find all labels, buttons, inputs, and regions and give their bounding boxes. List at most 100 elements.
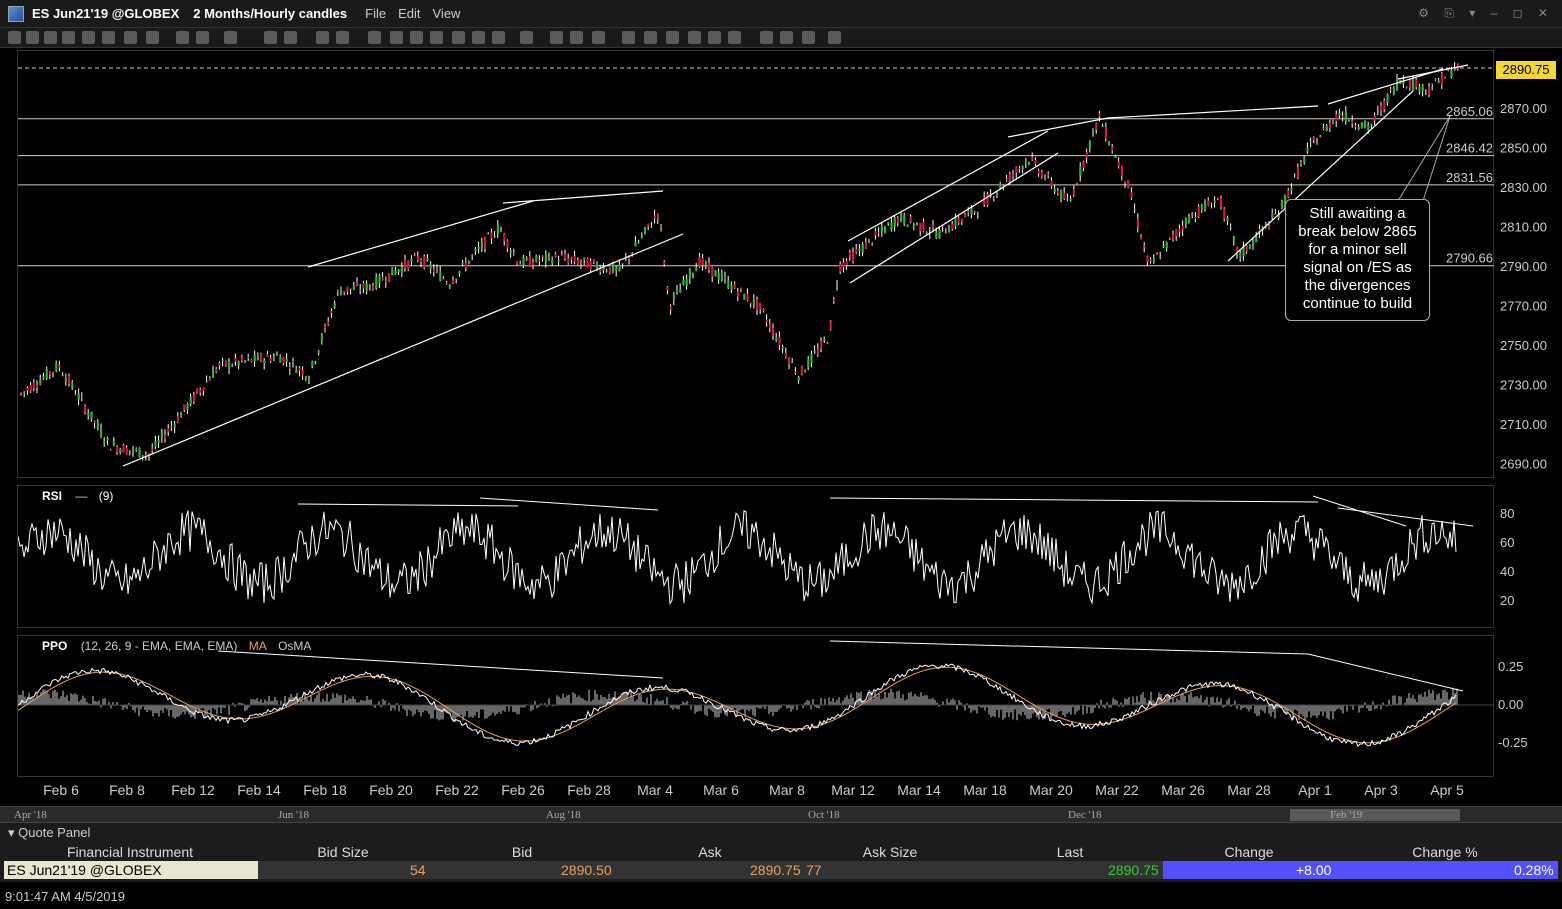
candle-body (992, 198, 995, 200)
price-axis-canvas[interactable]: 2870.00 2850.00 2830.00 2810.00 2790.00 2770.… (1494, 50, 1562, 777)
ppo-panel[interactable]: PPO (12, 26, 9 - EMA, EMA, EMA) MA OsMA (17, 635, 1495, 778)
cursor-icon[interactable] (224, 31, 237, 44)
draw-icon[interactable] (264, 31, 277, 44)
redo-icon[interactable] (472, 31, 485, 44)
chart-annotation-callout[interactable]: Still awaiting a break below 2865 for a … (1285, 199, 1430, 321)
price-chart-panel[interactable]: 2865.06 2846.42 2831.56 2790.66 (17, 50, 1495, 479)
symbol-selector[interactable]: ES Jun21'19 @GLOBEX (32, 6, 179, 21)
osma-bar (846, 695, 848, 705)
candle-body (164, 435, 167, 440)
candle-body (301, 370, 304, 376)
osma-bar (1100, 699, 1102, 705)
price-chart-canvas[interactable]: 2865.06 2846.42 2831.56 2790.66 (18, 51, 1495, 479)
fan-icon[interactable] (592, 31, 605, 44)
header-change-pct[interactable]: Change % (1412, 844, 1477, 860)
toolbar-button-7[interactable] (124, 31, 137, 44)
header-last[interactable]: Last (1057, 844, 1083, 860)
rsi-canvas[interactable] (18, 486, 1495, 629)
history-scroller[interactable]: Apr '18 Jun '18 Aug '18 Oct '18 Dec '18 … (0, 806, 1562, 822)
ppo-canvas[interactable] (18, 636, 1495, 778)
osma-bar (1194, 696, 1196, 705)
header-ask-size[interactable]: Ask Size (863, 844, 917, 860)
wrench-icon[interactable] (802, 31, 815, 44)
menu-view[interactable]: View (433, 6, 461, 21)
dropdown-icon[interactable] (520, 31, 533, 44)
osma-bar (566, 695, 568, 705)
osma-bar (1192, 697, 1194, 705)
osma-bar (430, 705, 432, 719)
candle-body (596, 264, 599, 269)
header-ask[interactable]: Ask (698, 844, 721, 860)
rsi-panel[interactable]: RSI — (9) (17, 485, 1494, 628)
menu-file[interactable]: File (365, 6, 386, 21)
fib-icon[interactable] (284, 31, 297, 44)
toolbar-button-19[interactable] (430, 31, 443, 44)
candle-body (378, 275, 381, 284)
candle-body (384, 281, 387, 283)
candle-body (1005, 178, 1008, 181)
osma-bar (578, 695, 580, 705)
toolbar-button-2[interactable] (26, 31, 39, 44)
candle-body (135, 448, 138, 450)
toolbar-button-8[interactable] (146, 31, 159, 44)
candle-body (1165, 241, 1168, 250)
osma-bar (146, 705, 148, 713)
toolbar-button-33[interactable] (760, 31, 773, 44)
quote-panel-title[interactable]: ▾ Quote Panel (8, 825, 90, 841)
toolbar-button-31[interactable] (708, 31, 721, 44)
toolbar-button-30[interactable] (688, 31, 701, 44)
trendline-icon[interactable] (550, 31, 563, 44)
callout-pointer (1397, 115, 1451, 202)
period-selector[interactable]: 2 Months/Hourly candles (193, 6, 347, 21)
toolbar-button-3[interactable] (44, 31, 57, 44)
window-layout-icon[interactable] (196, 31, 209, 44)
toolbar-button-18[interactable] (410, 31, 423, 44)
dollar-icon[interactable] (336, 31, 349, 44)
candle-body (1156, 253, 1159, 255)
quote-instrument[interactable]: ES Jun21'19 @GLOBEX (4, 861, 258, 879)
print-icon[interactable] (82, 31, 95, 44)
candle-body (605, 271, 608, 273)
zoom-in-icon[interactable] (622, 31, 635, 44)
header-change[interactable]: Change (1224, 844, 1273, 860)
grid-icon[interactable] (62, 31, 75, 44)
window-controls[interactable]: ⚙ ⎘ ▾ – ◻ ✕ (1418, 6, 1554, 21)
header-instrument[interactable]: Financial Instrument (67, 844, 193, 860)
volume-icon[interactable] (316, 31, 329, 44)
toolbar-button-29[interactable] (666, 31, 679, 44)
candle-body (103, 441, 106, 443)
header-bid[interactable]: Bid (512, 844, 532, 860)
channel-icon[interactable] (570, 31, 583, 44)
save-icon[interactable] (102, 31, 115, 44)
time-tick: Mar 28 (1227, 782, 1271, 798)
osma-bar (166, 705, 168, 710)
header-bid-size[interactable]: Bid Size (317, 844, 368, 860)
osma-bar (1300, 705, 1302, 714)
crosshair-icon[interactable] (368, 31, 381, 44)
osma-bar (742, 705, 744, 710)
time-tick: Feb 26 (501, 782, 545, 798)
price-axis[interactable]: 2870.00 2850.00 2830.00 2810.00 2790.00 2770.… (1494, 50, 1562, 777)
candle-body (330, 310, 333, 314)
toolbar-button-1[interactable] (8, 31, 21, 44)
layout-icon[interactable] (176, 31, 189, 44)
pencil-icon[interactable] (390, 31, 403, 44)
toolbar-button-22[interactable] (492, 31, 505, 44)
menu-edit[interactable]: Edit (398, 6, 420, 21)
osma-bar (1332, 705, 1334, 720)
zoom-out-icon[interactable] (644, 31, 657, 44)
quote-row[interactable]: ES Jun21'19 @GLOBEX 54 2890.50 2890.75 7… (0, 861, 1562, 881)
more-dropdown-icon[interactable] (828, 31, 841, 44)
osma-bar (370, 699, 372, 705)
osma-bar (426, 705, 428, 712)
candle-body (247, 357, 250, 359)
osma-bar (496, 705, 498, 714)
osma-bar (352, 696, 354, 705)
candle-body (746, 293, 749, 301)
undo-icon[interactable] (452, 31, 465, 44)
osma-bar (874, 691, 876, 705)
refresh-icon[interactable] (780, 31, 793, 44)
toolbar-button-32[interactable] (728, 31, 741, 44)
scroller-thumb[interactable] (1290, 809, 1460, 821)
candle-body (564, 254, 567, 259)
